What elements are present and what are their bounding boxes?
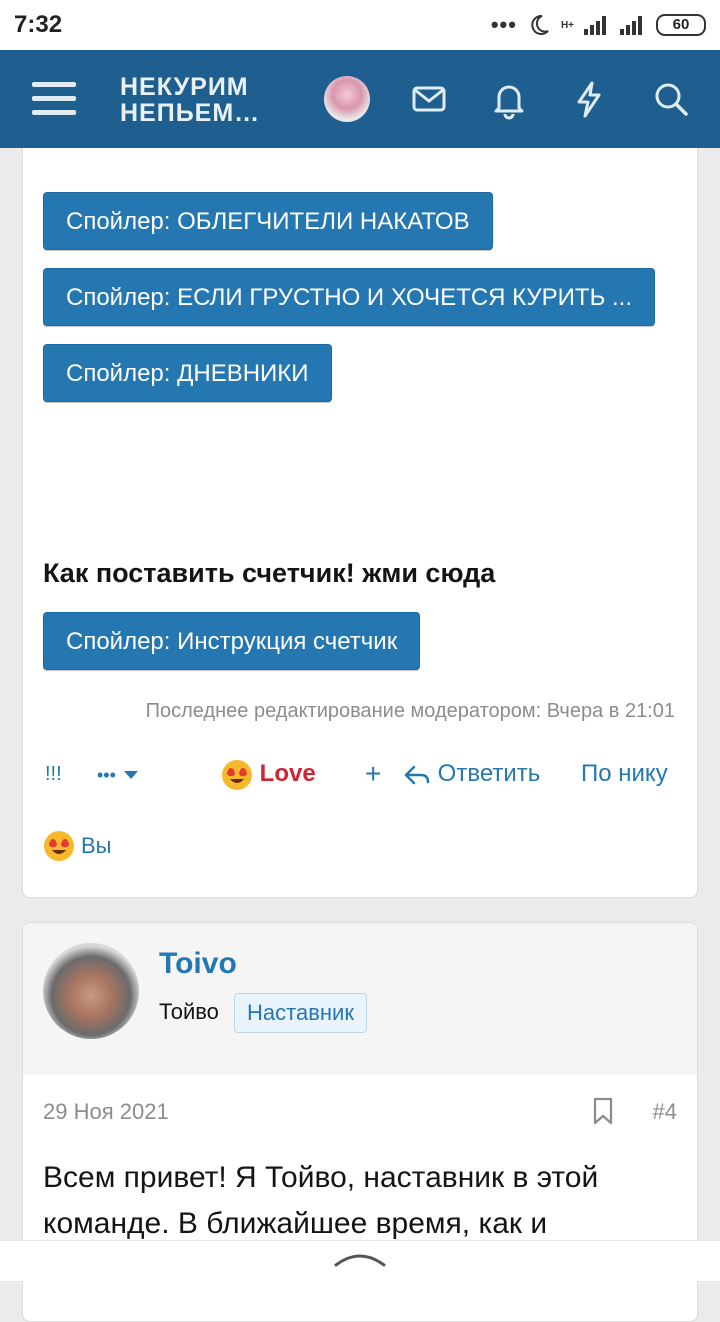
love-label: Love	[259, 760, 316, 787]
author-username[interactable]: Toivo	[159, 947, 237, 981]
bookmark-icon[interactable]	[591, 1097, 615, 1125]
signal-icon	[584, 16, 606, 35]
logo-line-1: НЕКУРИМ	[120, 73, 249, 101]
status-bar: 7:32 ••• H+ 60	[0, 0, 720, 50]
more-menu[interactable]: •••	[97, 754, 139, 795]
author-avatar[interactable]	[43, 943, 139, 1039]
reactions-label: Вы	[81, 833, 112, 858]
heart-eyes-emoji-icon	[222, 759, 252, 790]
user-avatar[interactable]	[324, 76, 370, 122]
edit-note: Последнее редактирование модератором: Вч…	[145, 700, 675, 722]
network-type: H+	[560, 19, 574, 31]
post-actions: !!! ••• Love + Ответить По нику	[43, 754, 679, 794]
status-time: 7:32	[14, 11, 63, 38]
post-card: Спойлер: ОБЛЕГЧИТЕЛИ НАКАТОВ Спойлер: ЕС…	[22, 148, 698, 898]
reactions-summary[interactable]: Вы	[43, 830, 112, 862]
author-realname: Тойво	[159, 999, 219, 1024]
love-reaction-button[interactable]: Love	[221, 754, 316, 794]
menu-icon[interactable]	[32, 80, 78, 120]
status-icons: ••• H+ 60	[491, 12, 706, 38]
logo-line-2: НЕПЬЕМ…	[120, 99, 261, 127]
post-number[interactable]: #4	[653, 1099, 677, 1125]
spoiler-button[interactable]: Спойлер: ЕСЛИ ГРУСТНО И ХОЧЕТСЯ КУРИТЬ .…	[43, 268, 656, 326]
search-icon[interactable]	[650, 78, 692, 120]
envelope-icon[interactable]	[408, 78, 450, 120]
reply-button[interactable]: Ответить	[403, 754, 540, 794]
site-logo[interactable]: НЕКУРИМ НЕПЬЕМ…	[120, 74, 260, 126]
add-reaction-button[interactable]: +	[365, 754, 381, 794]
status-dots: •••	[490, 12, 517, 37]
caret-down-icon	[123, 770, 138, 779]
spoiler-button[interactable]: Спойлер: ОБЛЕГЧИТЕЛИ НАКАТОВ	[43, 192, 493, 250]
post-body: Всем привет! Я Тойво, наставник в этой к…	[43, 1161, 599, 1240]
reply-label: Ответить	[437, 760, 541, 787]
post-author-block: Toivo Тойво Наставник	[23, 923, 697, 1075]
signal-icon-2	[620, 16, 642, 35]
reply-icon	[404, 765, 430, 784]
spoiler-button[interactable]: Спойлер: ДНЕВНИКИ	[43, 344, 332, 402]
heart-eyes-emoji-icon	[44, 831, 74, 861]
report-link[interactable]: !!!	[45, 754, 62, 794]
author-role-badge: Наставник	[234, 993, 367, 1033]
counter-spoiler-button[interactable]: Спойлер: Инструкция счетчик	[43, 612, 421, 670]
more-dots: •••	[97, 765, 116, 785]
moon-icon	[531, 14, 549, 35]
app-header: НЕКУРИМ НЕПЬЕМ…	[0, 50, 720, 148]
post-heading: Как поставить счетчик! жми сюда	[43, 558, 496, 588]
post-date[interactable]: 29 Ноя 2021	[43, 1099, 169, 1125]
chevron-up-icon[interactable]	[332, 1249, 388, 1269]
bolt-icon[interactable]	[568, 78, 610, 120]
bottom-bar	[0, 1240, 720, 1281]
bell-icon[interactable]	[488, 78, 530, 120]
battery-indicator: 60	[656, 14, 706, 36]
by-nick-button[interactable]: По нику	[581, 754, 668, 794]
